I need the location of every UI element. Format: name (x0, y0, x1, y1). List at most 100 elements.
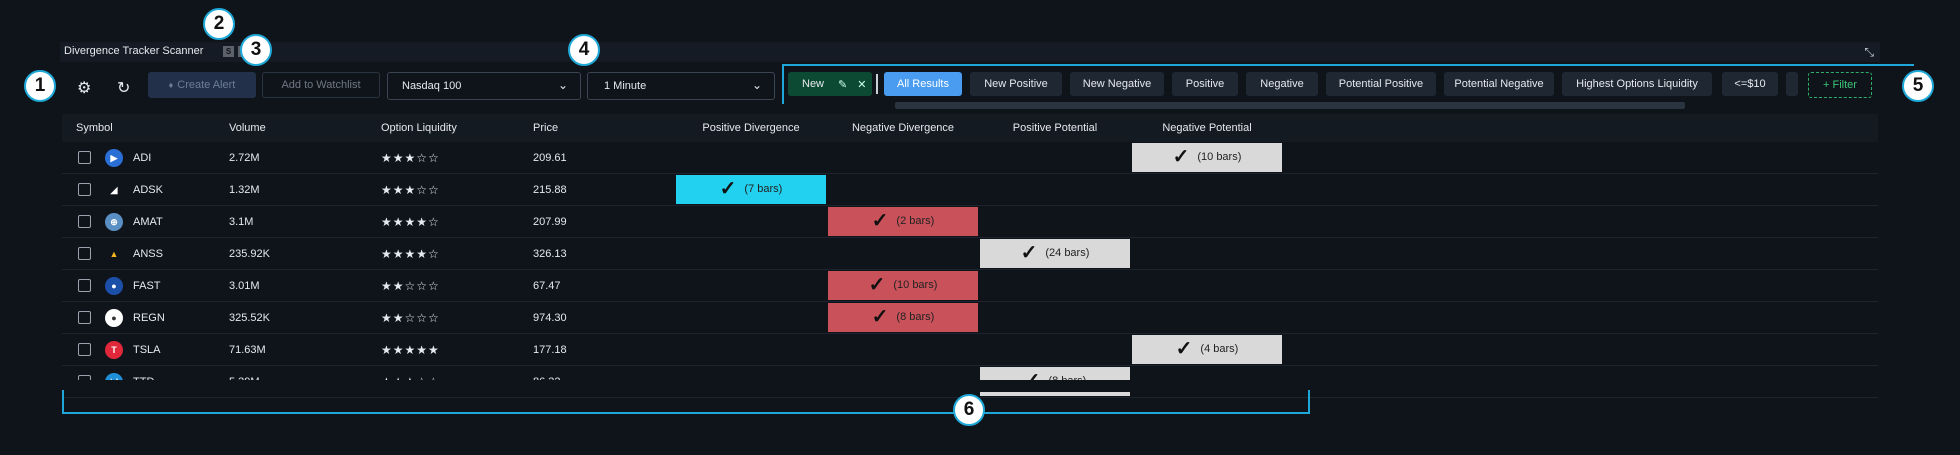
table-row[interactable]: ● REGN 325.52K ★★☆☆☆ 974.30 ✓ (8 bars) (62, 301, 1878, 334)
col-spacer (1283, 114, 1878, 142)
col-negative-potential[interactable]: Negative Potential (1131, 114, 1283, 142)
row-volume: 325.52K (229, 301, 381, 334)
row-checkbox[interactable] (78, 183, 91, 196)
chip-positive[interactable]: Positive (1172, 72, 1238, 96)
table-highlight-bracket (62, 390, 1310, 414)
add-to-watchlist-label: Add to Watchlist (281, 79, 361, 91)
checkmark-icon: ✓ (1175, 338, 1193, 360)
chip-under-10[interactable]: <=$10 (1722, 72, 1778, 96)
checkmark-icon: ✓ (719, 178, 737, 200)
gear-icon[interactable]: ⚙ (77, 78, 91, 98)
company-logo-icon: ◢ (105, 180, 123, 199)
add-filter-button[interactable]: + Filter (1808, 72, 1872, 98)
row-stars: ★★★☆☆ (381, 173, 533, 206)
row-volume: 1.32M (229, 173, 381, 206)
company-logo-icon: ● (105, 276, 123, 295)
pos-divergence-cell: ✓ (7 bars) (676, 175, 826, 204)
row-checkbox[interactable] (78, 247, 91, 260)
col-negative-divergence[interactable]: Negative Divergence (827, 114, 979, 142)
pencil-icon[interactable]: ✎ (838, 78, 847, 91)
chip-new-positive[interactable]: New Positive (970, 72, 1062, 96)
row-checkbox[interactable] (78, 279, 91, 292)
col-price[interactable]: Price (533, 114, 675, 142)
neg-divergence-cell: ✓ (2 bars) (828, 207, 978, 236)
create-alert-button[interactable]: ♦ Create Alert (148, 72, 256, 98)
panel-title: Divergence Tracker Scanner (64, 45, 204, 57)
pos-potential-cell: ✓ (24 bars) (980, 239, 1130, 268)
table-header-row: Symbol Volume Option Liquidity Price Pos… (62, 114, 1878, 142)
neg-potential-cell: ✓ (4 bars) (1132, 335, 1282, 364)
checkmark-icon: ✓ (1020, 242, 1038, 264)
row-checkbox[interactable] (78, 343, 91, 356)
new-preset-chip[interactable]: New ✎ ✕ (788, 72, 872, 96)
collapse-icon[interactable]: ⤡ (1864, 45, 1874, 60)
chevron-down-icon: ⌄ (557, 78, 568, 92)
table-row[interactable]: ● FAST 3.01M ★★☆☆☆ 67.47 ✓ (10 bars) (62, 269, 1878, 302)
results-table: Symbol Volume Option Liquidity Price Pos… (62, 114, 1878, 398)
table-row[interactable]: ▶ ADI 2.72M ★★★☆☆ 209.61 ✓ (10 bars) (62, 142, 1878, 174)
row-symbol: ADSK (133, 183, 163, 196)
row-price: 207.99 (533, 205, 675, 238)
col-positive-divergence[interactable]: Positive Divergence (675, 114, 827, 142)
neg-divergence-cell: ✓ (10 bars) (828, 271, 978, 300)
timeframe-select[interactable]: 1 Minute ⌄ (587, 72, 775, 100)
checkmark-icon: ✓ (868, 274, 886, 296)
refresh-icon[interactable]: ↻ (117, 78, 130, 98)
row-symbol: ANSS (133, 247, 163, 260)
table-row[interactable]: T TSLA 71.63M ★★★★★ 177.18 ✓ (4 bars) (62, 333, 1878, 366)
row-price: 177.18 (533, 333, 675, 366)
callout-6: 6 (953, 394, 985, 426)
row-price: 67.47 (533, 269, 675, 302)
row-stars: ★★☆☆☆ (381, 301, 533, 334)
chip-negative[interactable]: Negative (1246, 72, 1318, 96)
add-to-watchlist-button[interactable]: Add to Watchlist (262, 72, 380, 98)
row-checkbox[interactable] (78, 215, 91, 228)
neg-divergence-cell: ✓ (8 bars) (828, 303, 978, 332)
chip-overflow[interactable] (1786, 72, 1798, 96)
row-symbol: FAST (133, 279, 161, 292)
row-volume: 3.1M (229, 205, 381, 238)
company-logo-icon: ⊕ (105, 212, 123, 231)
checkmark-icon: ✓ (1172, 146, 1190, 168)
row-volume: 235.92K (229, 237, 381, 270)
fire-icon: ♦ (168, 80, 174, 90)
callout-2: 2 (203, 8, 235, 40)
row-volume: 3.01M (229, 269, 381, 302)
chip-new-negative[interactable]: New Negative (1070, 72, 1164, 96)
company-logo-icon: ▶ (105, 148, 123, 167)
row-volume: 71.63M (229, 333, 381, 366)
chip-potential-positive[interactable]: Potential Positive (1326, 72, 1436, 96)
company-logo-icon: T (105, 340, 123, 359)
table-row[interactable]: ◢ ADSK 1.32M ★★★☆☆ 215.88 ✓ (7 bars) (62, 173, 1878, 206)
col-volume[interactable]: Volume (229, 114, 381, 142)
index-select[interactable]: Nasdaq 100 ⌄ (387, 72, 581, 100)
row-stars: ★★★★☆ (381, 237, 533, 270)
row-checkbox[interactable] (78, 151, 91, 164)
company-logo-icon: ● (105, 308, 123, 327)
table-row[interactable]: ⊕ AMAT 3.1M ★★★★☆ 207.99 ✓ (2 bars) (62, 205, 1878, 238)
chip-potential-negative[interactable]: Potential Negative (1444, 72, 1554, 96)
badge-s[interactable]: S (223, 46, 234, 57)
row-symbol: TSLA (133, 343, 161, 356)
checkmark-icon: ✓ (871, 210, 889, 232)
close-icon[interactable]: ✕ (857, 78, 866, 91)
row-stars: ★★★★☆ (381, 205, 533, 238)
row-symbol: AMAT (133, 215, 163, 228)
chip-highest-options-liquidity[interactable]: Highest Options Liquidity (1562, 72, 1712, 96)
chip-all-results[interactable]: All Results (884, 72, 962, 96)
row-price: 215.88 (533, 173, 675, 206)
col-option-liquidity[interactable]: Option Liquidity (381, 114, 533, 142)
index-select-value: Nasdaq 100 (402, 80, 462, 92)
table-row[interactable]: ▲ ANSS 235.92K ★★★★☆ 326.13 ✓ (24 bars) (62, 237, 1878, 270)
row-symbol: REGN (133, 311, 165, 324)
row-symbol: ADI (133, 151, 152, 164)
col-positive-potential[interactable]: Positive Potential (979, 114, 1131, 142)
chips-scrollbar[interactable] (895, 102, 1685, 109)
row-checkbox[interactable] (78, 311, 91, 324)
row-stars: ★★★★★ (381, 333, 533, 366)
chevron-down-icon: ⌄ (751, 78, 762, 92)
row-stars: ★★★☆☆ (381, 142, 533, 174)
row-price: 209.61 (533, 142, 675, 174)
col-symbol[interactable]: Symbol (62, 114, 229, 142)
company-logo-icon: ▲ (105, 244, 123, 263)
